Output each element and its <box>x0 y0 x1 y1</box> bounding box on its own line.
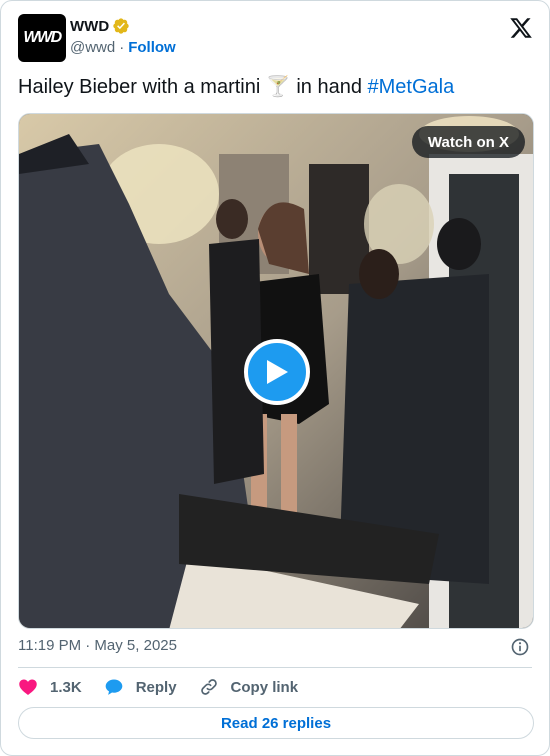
play-button[interactable] <box>244 339 310 405</box>
copy-link-button[interactable]: Copy link <box>199 677 299 697</box>
reply-bubble-icon <box>105 679 123 695</box>
divider <box>18 667 532 668</box>
like-button[interactable]: 1.3K <box>18 677 82 697</box>
separator-dot: · <box>119 38 125 56</box>
verified-badge-icon <box>113 18 129 34</box>
info-icon[interactable] <box>510 637 530 657</box>
video-media[interactable]: Watch on X <box>18 113 534 629</box>
play-icon <box>267 360 288 384</box>
tweet-actions: 1.3K Reply Copy link <box>18 677 320 697</box>
watch-on-x-button[interactable]: Watch on X <box>411 126 525 158</box>
copy-link-label: Copy link <box>230 678 299 696</box>
link-icon <box>200 679 217 695</box>
reply-button[interactable]: Reply <box>104 677 177 697</box>
like-count: 1.3K <box>50 678 82 696</box>
author-info: WWD @wwd · Follow <box>70 16 176 57</box>
follow-button[interactable]: Follow <box>128 39 176 56</box>
tweet-header: WWD WWD @wwd · Follow <box>18 14 535 62</box>
avatar[interactable]: WWD <box>18 14 66 62</box>
tweet-timestamp[interactable]: 11:19 PM · May 5, 2025 <box>18 637 177 654</box>
hashtag-link[interactable]: #MetGala <box>368 76 455 98</box>
x-logo-icon[interactable] <box>509 16 533 40</box>
read-replies-button[interactable]: Read 26 replies <box>18 707 534 739</box>
author-display-name[interactable]: WWD <box>70 18 109 35</box>
tweet-body: Hailey Bieber with a martini 🍸 in hand <box>18 76 368 98</box>
tweet-embed-card: WWD WWD @wwd · Follow Hailey Bieber with… <box>0 0 550 756</box>
heart-icon <box>19 679 37 695</box>
author-handle[interactable]: @wwd <box>70 39 115 56</box>
reply-label: Reply <box>135 678 177 696</box>
tweet-text: Hailey Bieber with a martini 🍸 in hand #… <box>18 74 454 100</box>
